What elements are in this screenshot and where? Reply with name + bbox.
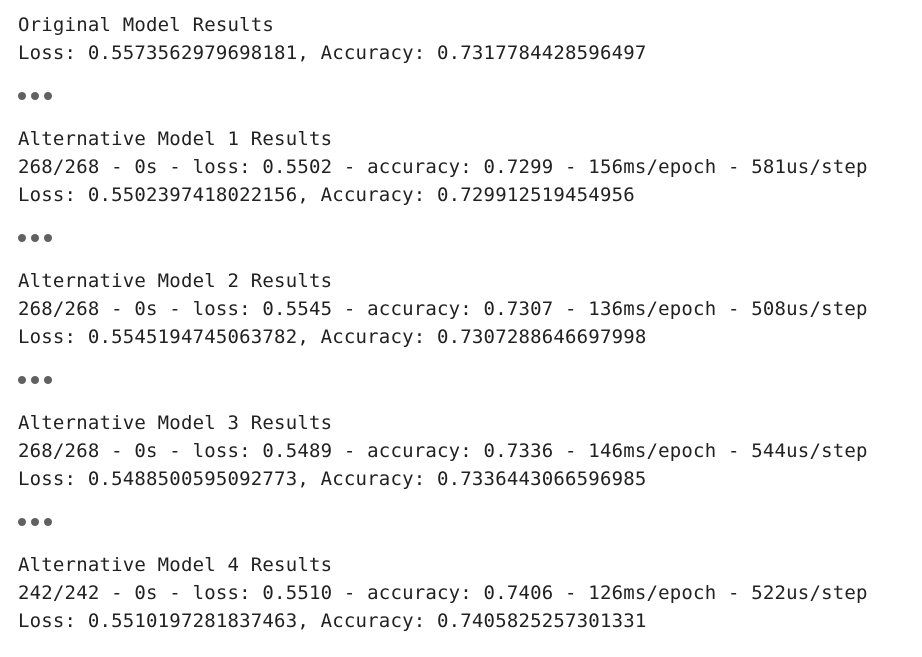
output-block-alt-4: Alternative Model 4 Results 242/242 - 0s… (18, 551, 918, 635)
expand-output-button[interactable] (18, 209, 918, 267)
output-block-title: Alternative Model 2 Results (18, 270, 333, 292)
output-line: Loss: 0.5510197281837463, Accuracy: 0.74… (18, 610, 647, 632)
output-line: 242/242 - 0s - loss: 0.5510 - accuracy: … (18, 582, 868, 604)
output-block-alt-3: Alternative Model 3 Results 268/268 - 0s… (18, 409, 918, 493)
output-line: Loss: 0.5502397418022156, Accuracy: 0.72… (18, 184, 635, 206)
ellipsis-icon (18, 234, 52, 242)
output-line: Loss: 0.5488500595092773, Accuracy: 0.73… (18, 468, 647, 490)
output-block-title: Alternative Model 3 Results (18, 412, 333, 434)
ellipsis-icon (18, 376, 52, 384)
expand-output-button[interactable] (18, 493, 918, 551)
output-line: Loss: 0.5545194745063782, Accuracy: 0.73… (18, 326, 647, 348)
output-block-alt-2: Alternative Model 2 Results 268/268 - 0s… (18, 267, 918, 351)
expand-output-button[interactable] (18, 67, 918, 125)
cell-output: Original Model Results Loss: 0.557356297… (18, 11, 918, 635)
output-block-title: Alternative Model 1 Results (18, 128, 333, 150)
output-block-original: Original Model Results Loss: 0.557356297… (18, 11, 918, 67)
output-block-title: Original Model Results (18, 14, 275, 36)
output-block-title: Alternative Model 4 Results (18, 554, 333, 576)
output-line: 268/268 - 0s - loss: 0.5545 - accuracy: … (18, 298, 868, 320)
ellipsis-icon (18, 518, 52, 526)
output-line: Loss: 0.5573562979698181, Accuracy: 0.73… (18, 42, 647, 64)
output-line: 268/268 - 0s - loss: 0.5489 - accuracy: … (18, 440, 868, 462)
output-block-alt-1: Alternative Model 1 Results 268/268 - 0s… (18, 125, 918, 209)
ellipsis-icon (18, 92, 52, 100)
expand-output-button[interactable] (18, 351, 918, 409)
output-line: 268/268 - 0s - loss: 0.5502 - accuracy: … (18, 156, 868, 178)
